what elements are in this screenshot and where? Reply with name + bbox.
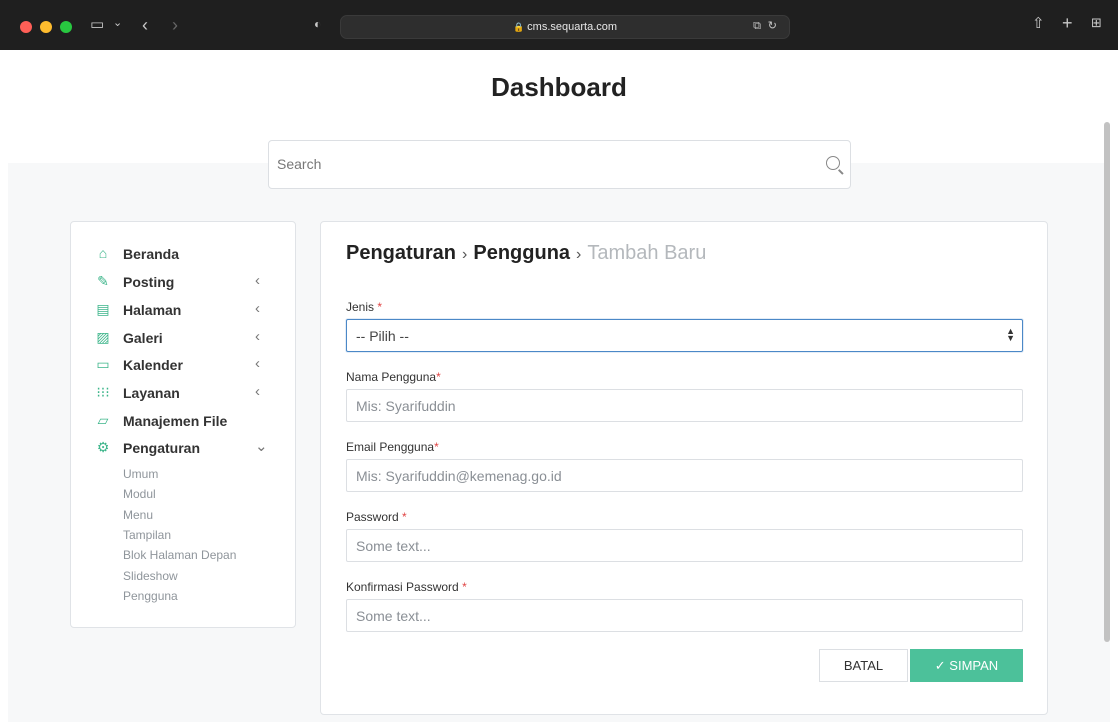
address-bar[interactable]: 🔒 cms.sequarta.com ⧉ ↻ bbox=[340, 15, 790, 39]
gear-icon: ⚙ bbox=[96, 439, 110, 455]
breadcrumb-separator: › bbox=[576, 246, 582, 263]
sidebar-item-label: Manajemen File bbox=[123, 413, 228, 429]
new-tab-icon[interactable]: + bbox=[1062, 14, 1073, 32]
konfirmasi-label: Konfirmasi Password * bbox=[346, 580, 467, 594]
forward-icon[interactable]: › bbox=[172, 16, 178, 34]
sidebar-item-label: Layanan bbox=[123, 385, 180, 401]
sidebar-item-halaman[interactable]: ▤ Halaman ‹ bbox=[95, 300, 275, 320]
sidebar-subitem-modul[interactable]: Modul bbox=[123, 487, 156, 501]
sidebar-item-pengaturan[interactable]: ⚙ Pengaturan ⌄ bbox=[95, 438, 275, 458]
sidebar-item-posting[interactable]: ✎ Posting ‹ bbox=[95, 272, 275, 292]
scrollbar[interactable] bbox=[1104, 122, 1110, 642]
required-marker: * bbox=[377, 300, 383, 314]
sidebar-item-label: Galeri bbox=[123, 330, 163, 346]
sidebar-toggle-icon[interactable]: ▭ bbox=[90, 17, 104, 32]
sidebar-item-label: Posting bbox=[123, 274, 175, 290]
translate-icon[interactable]: ⧉ bbox=[753, 21, 761, 32]
url-text: cms.sequarta.com bbox=[527, 21, 618, 33]
required-marker: * bbox=[434, 440, 439, 454]
chevron-left-icon: ‹ bbox=[255, 328, 260, 345]
chevron-down-icon[interactable]: ⌄ bbox=[113, 18, 122, 29]
search-box bbox=[268, 140, 851, 189]
sidebar-subitem-slideshow[interactable]: Slideshow bbox=[123, 569, 178, 583]
breadcrumb-current: Tambah Baru bbox=[587, 242, 707, 264]
page-content: Dashboard ⌂ Beranda ✎ Posting ‹ ▤ Halama… bbox=[8, 50, 1110, 722]
email-pengguna-field[interactable] bbox=[346, 459, 1023, 492]
tab-overview-icon[interactable]: ⊞ bbox=[1091, 16, 1102, 29]
calendar-icon: ▭ bbox=[96, 356, 110, 372]
password-label: Password * bbox=[346, 510, 407, 524]
page-icon: ▤ bbox=[96, 301, 110, 317]
sidebar-item-kalender[interactable]: ▭ Kalender ‹ bbox=[95, 355, 275, 375]
sidebar-nav: ⌂ Beranda ✎ Posting ‹ ▤ Halaman ‹ ▨ Gale… bbox=[70, 221, 296, 628]
jenis-select[interactable]: -- Pilih -- ▲ ▼ bbox=[346, 319, 1023, 352]
sidebar-item-beranda[interactable]: ⌂ Beranda bbox=[95, 244, 275, 264]
breadcrumb-pengguna[interactable]: Pengguna bbox=[473, 242, 570, 264]
search-input[interactable] bbox=[277, 156, 797, 172]
breadcrumb-separator: › bbox=[462, 246, 468, 263]
required-marker: * bbox=[436, 370, 441, 384]
close-window-button[interactable] bbox=[20, 21, 32, 33]
grid-icon: ⁝⁝⁝ bbox=[96, 384, 110, 400]
shield-icon[interactable]: ◐ bbox=[314, 18, 321, 30]
konfirmasi-password-field[interactable] bbox=[346, 599, 1023, 632]
batal-button[interactable]: BATAL bbox=[819, 649, 908, 682]
lock-icon: 🔒 bbox=[512, 22, 525, 32]
email-label: Email Pengguna* bbox=[346, 440, 439, 454]
share-icon[interactable]: ⇧ bbox=[1032, 16, 1045, 31]
breadcrumb-pengaturan[interactable]: Pengaturan bbox=[346, 242, 456, 264]
page-title: Dashboard bbox=[491, 72, 627, 102]
chevron-left-icon: ‹ bbox=[255, 355, 260, 372]
breadcrumb: Pengaturan › Pengguna › Tambah Baru bbox=[346, 242, 706, 265]
sidebar-subitem-pengguna[interactable]: Pengguna bbox=[123, 589, 178, 603]
jenis-label: Jenis * bbox=[346, 300, 383, 314]
required-marker: * bbox=[462, 580, 467, 594]
sidebar-subitem-umum[interactable]: Umum bbox=[123, 467, 158, 481]
image-icon: ▨ bbox=[96, 329, 110, 345]
sidebar-item-manajemen-file[interactable]: ▱ Manajemen File bbox=[95, 411, 275, 431]
home-icon: ⌂ bbox=[98, 245, 108, 261]
sidebar-item-galeri[interactable]: ▨ Galeri ‹ bbox=[95, 328, 275, 348]
chevron-down-icon: ⌄ bbox=[255, 438, 268, 455]
sidebar-subitem-blok-halaman-depan[interactable]: Blok Halaman Depan bbox=[123, 548, 236, 562]
sidebar-item-label: Beranda bbox=[123, 246, 180, 262]
select-arrows-icon: ▲ ▼ bbox=[1006, 326, 1015, 343]
jenis-select-value: -- Pilih -- bbox=[356, 328, 409, 344]
nama-label: Nama Pengguna* bbox=[346, 370, 441, 384]
sidebar-item-layanan[interactable]: ⁝⁝⁝ Layanan ‹ bbox=[95, 383, 275, 403]
form-panel: Pengaturan › Pengguna › Tambah Baru Jenis * … bbox=[320, 221, 1048, 715]
chevron-left-icon: ‹ bbox=[255, 383, 260, 400]
required-marker: * bbox=[402, 510, 407, 524]
chevron-left-icon: ‹ bbox=[255, 300, 260, 317]
browser-toolbar: ▭ ⌄ ‹ › ◐ 🔒 cms.sequarta.com ⧉ ↻ ⇧ + ⊞ bbox=[0, 0, 1118, 50]
minimize-window-button[interactable] bbox=[40, 21, 52, 33]
simpan-button[interactable]: ✓ SIMPAN bbox=[910, 649, 1023, 682]
sidebar-subitem-menu[interactable]: Menu bbox=[123, 508, 153, 522]
password-field[interactable] bbox=[346, 529, 1023, 562]
back-icon[interactable]: ‹ bbox=[142, 16, 148, 34]
reload-icon[interactable]: ↻ bbox=[768, 21, 777, 32]
sidebar-item-label: Halaman bbox=[123, 302, 182, 318]
zoom-window-button[interactable] bbox=[60, 21, 72, 33]
sidebar-item-label: Kalender bbox=[123, 357, 183, 373]
sidebar-item-label: Pengaturan bbox=[123, 440, 201, 456]
nama-pengguna-field[interactable] bbox=[346, 389, 1023, 422]
folder-icon: ▱ bbox=[97, 412, 109, 428]
search-icon[interactable] bbox=[826, 156, 840, 170]
sidebar-subitem-tampilan[interactable]: Tampilan bbox=[123, 528, 171, 542]
chevron-left-icon: ‹ bbox=[255, 272, 260, 289]
edit-icon: ✎ bbox=[97, 273, 109, 289]
